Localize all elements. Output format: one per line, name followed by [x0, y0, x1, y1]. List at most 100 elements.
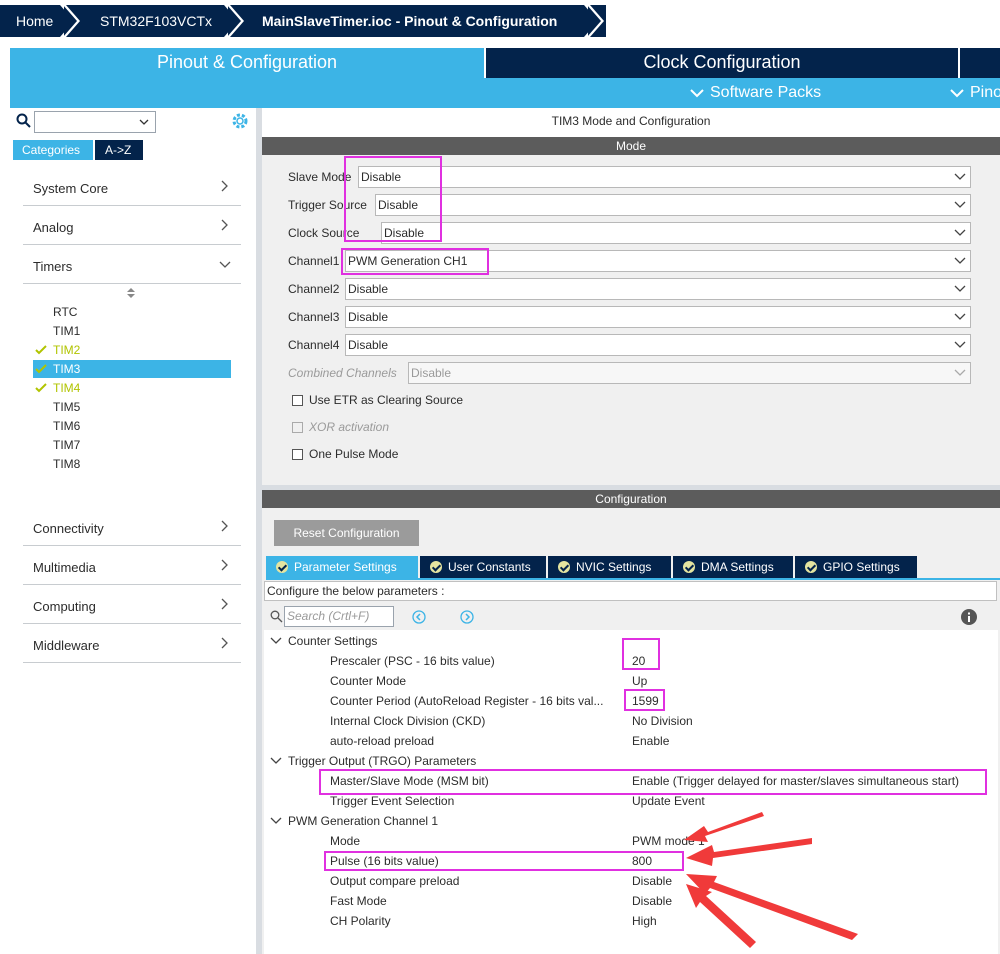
category-computing[interactable]: Computing [23, 585, 241, 624]
tab-label: DMA Settings [701, 560, 774, 574]
mode-section-header: Mode [262, 137, 1000, 155]
category-middleware[interactable]: Middleware [23, 624, 241, 663]
param-value[interactable]: No Division [632, 714, 693, 728]
timer-rtc[interactable]: RTC [53, 305, 77, 319]
chevron-down-icon [219, 261, 231, 268]
pinout-view-menu[interactable]: Pino [950, 84, 1000, 102]
param-value[interactable]: Up [632, 674, 647, 688]
param-value[interactable]: PWM mode 1 [632, 834, 705, 848]
chevron-down-icon [954, 313, 966, 320]
param-name: Trigger Event Selection [330, 794, 455, 808]
chevron-right-icon [221, 598, 228, 610]
timer-tim8[interactable]: TIM8 [53, 457, 80, 471]
param-name: auto-reload preload [330, 734, 435, 748]
tab-a-z[interactable]: A->Z [95, 140, 143, 160]
check-circle-icon [558, 561, 570, 573]
channel2-select[interactable]: Disable [345, 278, 971, 300]
sort-icon[interactable] [126, 287, 136, 299]
highlight-counter-period [624, 689, 665, 711]
next-icon[interactable] [460, 610, 474, 624]
channel1-label: Channel1 [288, 254, 340, 268]
param-name: Output compare preload [330, 874, 460, 888]
channel4-select[interactable]: Disable [345, 334, 971, 356]
check-circle-icon [430, 561, 442, 573]
search-icon[interactable] [16, 113, 32, 129]
tab-dma-settings[interactable]: DMA Settings [673, 556, 793, 578]
category-connectivity[interactable]: Connectivity [23, 507, 241, 546]
use-etr-checkbox[interactable]: Use ETR as Clearing Source [292, 393, 463, 407]
tab-label: User Constants [448, 560, 531, 574]
channel3-select[interactable]: Disable [345, 306, 971, 328]
param-value[interactable]: Disable [632, 874, 672, 888]
tab-nvic-settings[interactable]: NVIC Settings [548, 556, 671, 578]
timer-label: TIM6 [53, 419, 81, 433]
chevron-down-icon [954, 201, 966, 208]
timer-tim1[interactable]: TIM1 [53, 324, 80, 338]
check-circle-icon [805, 561, 817, 573]
tab-user-constants[interactable]: User Constants [420, 556, 546, 578]
slave-mode-select[interactable]: Disable [358, 166, 971, 188]
checkbox-label: One Pulse Mode [309, 447, 399, 461]
chevron-down-icon [690, 89, 704, 98]
category-timers[interactable]: Timers [23, 245, 241, 284]
trigger-source-select[interactable]: Disable [375, 194, 971, 216]
configuration-section-header: Configuration [262, 490, 1000, 508]
breadcrumb-home[interactable]: Home [0, 5, 66, 37]
chevron-right-icon [221, 520, 228, 532]
timer-tim2[interactable]: TIM2 [53, 343, 80, 357]
group-trigger-output[interactable]: Trigger Output (TRGO) Parameters [270, 754, 476, 768]
category-multimedia[interactable]: Multimedia [23, 546, 241, 585]
chevron-down-icon [954, 257, 966, 264]
reset-configuration-button[interactable]: Reset Configuration [274, 520, 419, 546]
tab-label: Parameter Settings [294, 560, 397, 574]
timer-tim6[interactable]: TIM6 [53, 419, 80, 433]
select-value: Disable [348, 338, 389, 352]
timer-tim3[interactable]: TIM3 [53, 362, 80, 376]
channel2-label: Channel2 [288, 282, 340, 296]
tab-parameter-settings[interactable]: Parameter Settings [266, 556, 418, 578]
tab-extra[interactable] [960, 48, 1000, 78]
check-icon [35, 345, 47, 355]
group-pwm-channel1[interactable]: PWM Generation Channel 1 [270, 814, 438, 828]
param-name: Counter Mode [330, 674, 407, 688]
chevron-down-icon [954, 369, 966, 376]
chevron-down-icon [950, 89, 964, 98]
one-pulse-mode-checkbox[interactable]: One Pulse Mode [292, 447, 398, 461]
chevron-right-icon [221, 559, 228, 571]
category-label: Analog [33, 220, 74, 235]
select-value: Disable [348, 282, 389, 296]
tab-categories[interactable]: Categories [13, 140, 93, 160]
chevron-right-icon [224, 5, 244, 37]
check-circle-icon [683, 561, 695, 573]
param-value[interactable]: Disable [632, 894, 672, 908]
category-system-core[interactable]: System Core [23, 167, 241, 206]
param-value[interactable]: Enable [632, 734, 669, 748]
category-search-select[interactable] [34, 111, 156, 133]
chevron-down-icon [270, 817, 282, 824]
gear-icon[interactable] [231, 112, 249, 130]
checkbox-label: Use ETR as Clearing Source [309, 393, 464, 407]
breadcrumb-mcu[interactable]: STM32F103VCTx [66, 5, 230, 37]
param-value[interactable]: High [632, 914, 657, 928]
software-packs-menu[interactable]: Software Packs [690, 84, 821, 102]
timer-tim5[interactable]: TIM5 [53, 400, 80, 414]
parameter-search-input[interactable]: Search (Crtl+F) [284, 606, 394, 627]
clock-source-select[interactable]: Disable [381, 222, 971, 244]
timer-tim4[interactable]: TIM4 [53, 381, 80, 395]
chevron-right-icon [584, 5, 604, 37]
param-name: Counter Period (AutoReload Register - 16… [330, 694, 604, 708]
info-icon[interactable] [961, 609, 977, 625]
tab-gpio-settings[interactable]: GPIO Settings [795, 556, 917, 578]
chevron-down-icon [270, 757, 282, 764]
check-icon [35, 383, 47, 393]
tab-pinout-label: Pinout & Configuration [156, 52, 338, 72]
chevron-down-icon [954, 173, 966, 180]
category-analog[interactable]: Analog [23, 206, 241, 245]
tab-underline [266, 578, 1000, 580]
search-placeholder: Search (Crtl+F) [287, 609, 370, 623]
previous-icon[interactable] [412, 610, 426, 624]
group-counter-settings[interactable]: Counter Settings [270, 634, 377, 648]
timer-tim7[interactable]: TIM7 [53, 438, 80, 452]
group-title: PWM Generation Channel 1 [288, 814, 439, 828]
param-value[interactable]: Update Event [632, 794, 705, 808]
